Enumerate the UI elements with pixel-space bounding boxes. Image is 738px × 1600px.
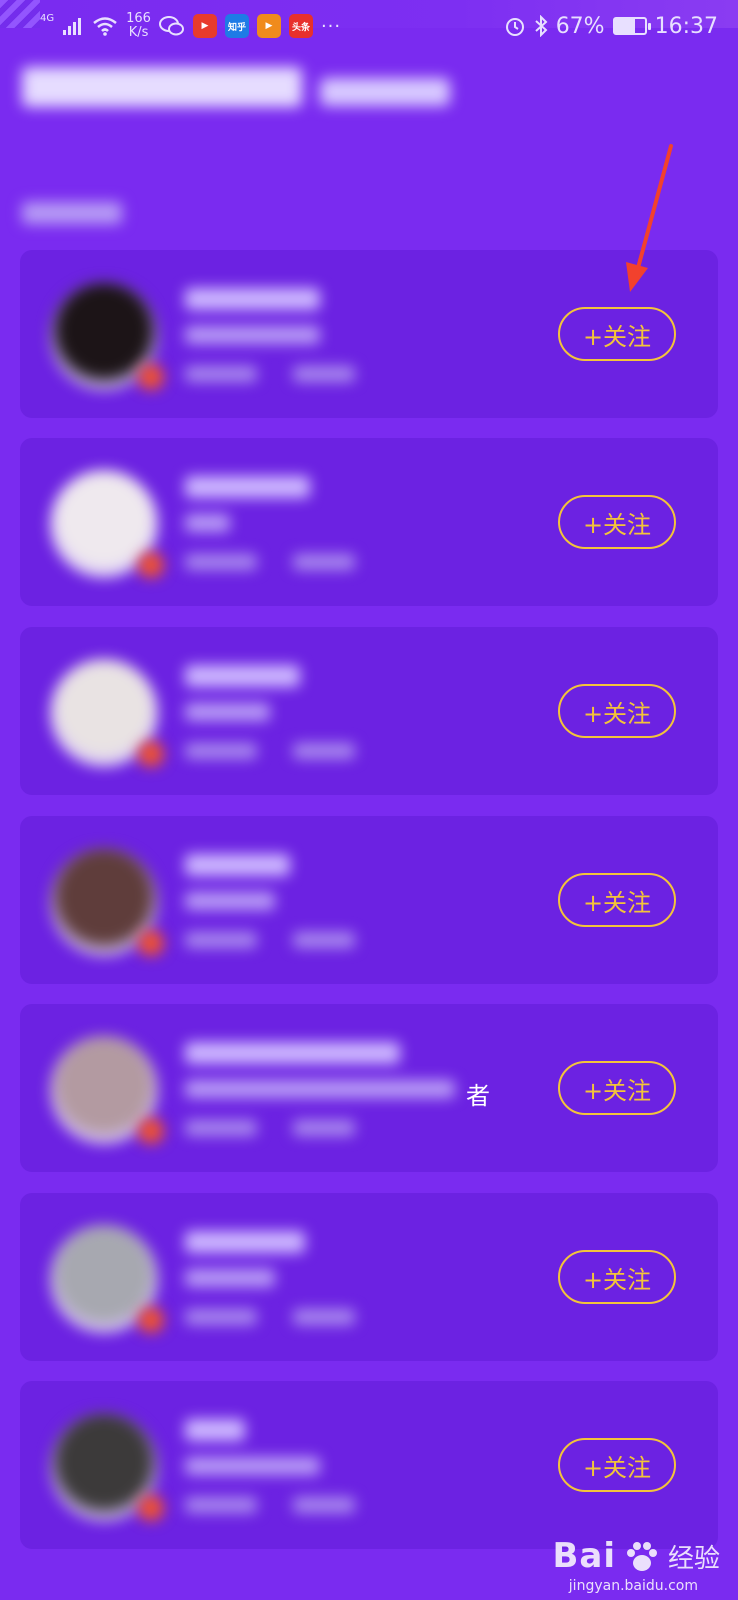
follow-button[interactable]: +关注: [558, 1250, 676, 1304]
page-title-blurred: [22, 67, 302, 107]
user-stat-blurred: [185, 554, 257, 570]
user-info-blurred: [185, 280, 475, 400]
clock-time: 16:37: [654, 13, 718, 39]
user-card[interactable]: +关注: [20, 438, 718, 606]
user-stat-blurred: [185, 1497, 257, 1513]
paw-icon: [626, 1542, 657, 1571]
battery-level: [614, 19, 635, 33]
user-stat-blurred: [293, 932, 355, 948]
user-stat-blurred: [185, 366, 257, 382]
user-stat-blurred: [185, 743, 257, 759]
username-blurred: [185, 1231, 305, 1253]
live-badge-icon: [138, 1495, 164, 1521]
video-app-icon: ▶: [192, 14, 217, 38]
user-stat-blurred: [293, 554, 355, 570]
username-blurred: [185, 288, 320, 310]
username-blurred: [185, 665, 300, 687]
live-badge-icon: [138, 741, 164, 767]
user-description-blurred: [185, 1269, 275, 1287]
user-stat-blurred: [185, 1309, 257, 1325]
user-stat-blurred: [293, 743, 355, 759]
watermark-text: 经验: [667, 1543, 720, 1574]
toutiao-app-icon: 头条: [288, 14, 313, 38]
user-description-blurred: [185, 1457, 320, 1475]
live-badge-icon: [138, 552, 164, 578]
more-notifications-icon: ···: [320, 15, 342, 37]
live-badge-icon: [138, 930, 164, 956]
user-info-blurred: [185, 657, 475, 777]
user-description-blurred: [185, 703, 270, 721]
live-badge-icon: [138, 364, 164, 390]
follow-button[interactable]: +关注: [558, 1061, 676, 1115]
user-card[interactable]: +关注: [20, 627, 718, 795]
live-badge-icon: [138, 1307, 164, 1333]
battery-percent: 67%: [555, 13, 605, 39]
user-card[interactable]: +关注: [20, 250, 718, 418]
bluetooth-icon: [535, 15, 548, 37]
status-bar: 4G 166 K/s ▶ 知乎 ▶ 头条 ··· 67% 16:37: [0, 0, 738, 52]
user-description-blurred: [185, 1080, 455, 1098]
play-app-icon: ▶: [256, 14, 281, 38]
user-info-blurred: [185, 468, 475, 588]
alarm-icon: [505, 18, 524, 36]
user-card[interactable]: +关注: [20, 1193, 718, 1361]
cellular-signal-icon: [63, 18, 82, 35]
speed-unit: K/s: [128, 25, 149, 40]
watermark-url: jingyan.baidu.com: [568, 1578, 698, 1594]
baidu-jingyan-watermark: Bai 经验: [552, 1536, 720, 1576]
user-info-blurred: [185, 1411, 475, 1531]
user-card[interactable]: +关注: [20, 1004, 718, 1172]
user-stat-blurred: [185, 932, 257, 948]
wechat-icon: [158, 16, 184, 36]
page-subtitle-blurred: [320, 78, 450, 106]
user-card[interactable]: +关注: [20, 1381, 718, 1549]
user-stat-blurred: [293, 1309, 355, 1325]
username-blurred: [185, 476, 310, 498]
username-blurred: [185, 1042, 400, 1064]
user-info-blurred: [185, 846, 475, 966]
follow-button[interactable]: +关注: [558, 307, 676, 361]
speed-value: 166: [126, 11, 151, 26]
user-description-blurred: [185, 892, 275, 910]
follow-button[interactable]: +关注: [558, 873, 676, 927]
page-header-blurred: [22, 62, 462, 112]
user-stat-blurred: [293, 1497, 355, 1513]
user-info-blurred: [185, 1034, 475, 1154]
truncated-text: 者: [466, 1082, 490, 1110]
live-badge-icon: [138, 1118, 164, 1144]
user-description-blurred: [185, 514, 230, 532]
watermark-logo: Bai: [552, 1536, 616, 1576]
follow-button[interactable]: +关注: [558, 684, 676, 738]
user-stat-blurred: [185, 1120, 257, 1136]
follow-button[interactable]: +关注: [558, 1438, 676, 1492]
follow-button[interactable]: +关注: [558, 495, 676, 549]
network-type: 4G: [40, 12, 55, 24]
section-label-blurred: [22, 202, 122, 224]
zhihu-app-icon: 知乎: [224, 14, 249, 38]
user-description-blurred: [185, 326, 320, 344]
user-stat-blurred: [293, 1120, 355, 1136]
battery-icon: [612, 17, 651, 35]
username-blurred: [185, 854, 290, 876]
user-stat-blurred: [293, 366, 355, 382]
wifi-icon: [93, 17, 117, 36]
username-blurred: [185, 1419, 245, 1441]
network-speed: 166 K/s: [126, 12, 151, 40]
user-card[interactable]: +关注: [20, 816, 718, 984]
user-info-blurred: [185, 1223, 475, 1343]
